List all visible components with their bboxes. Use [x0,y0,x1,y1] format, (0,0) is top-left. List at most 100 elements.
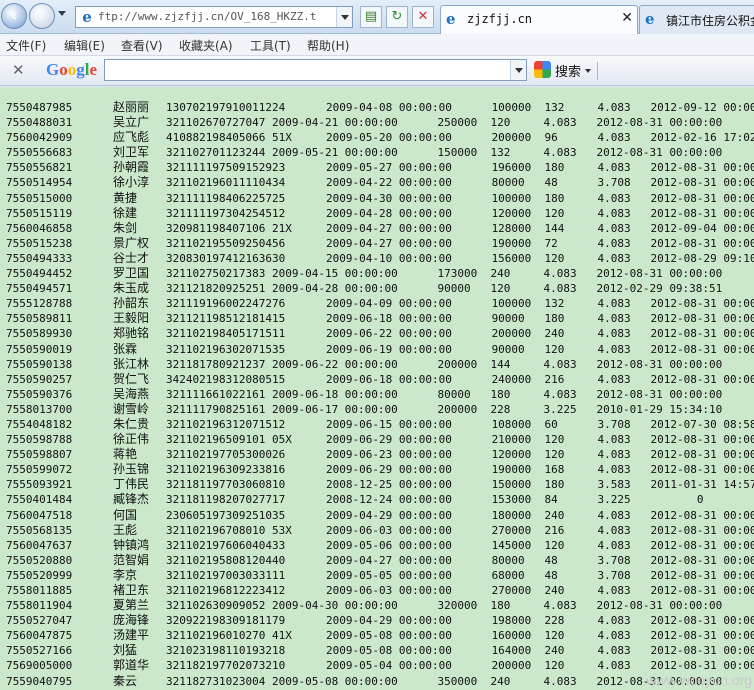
record-row: 7550520880 范智娟 321102195808120440 2009-04-2… [6,553,754,568]
id-number: 321102670727047 2009-04-21 00:00:00 2500… [166,116,723,130]
loan-details: 2008-12-25 00:00:00 150000 180 3.583 201… [326,478,754,492]
person-name: 李京 [113,567,138,582]
forward-button[interactable]: › [29,3,55,29]
person-name: 吴海燕 [113,386,150,401]
back-button[interactable]: ‹ [1,3,27,29]
record-row: 7559040795 秦云 321182731023004 2009-05-08 0… [6,674,754,689]
record-row: 7550568135 王彪 321102196708010 53X 2009-06-0… [6,523,754,538]
account-number: 7550494452 [6,267,73,281]
person-name: 朱剑 [113,220,138,235]
loan-details: 2009-06-18 00:00:00 90000 180 4.083 2012… [326,312,754,326]
search-options-dropdown-icon[interactable] [585,69,591,73]
menu-bar: 文件(F) 编辑(E) 查看(V) 收藏夹(A) 工具(T) 帮助(H) [0,34,754,56]
account-number: 7555128788 [6,297,73,311]
tab-title: 镇江市住房公积金 [666,14,754,28]
account-number: 7550520880 [6,553,73,567]
id-number: 321111197509152923 [166,161,286,175]
id-number: 410882198405066 51X [166,131,292,145]
loan-details: 2009-04-09 00:00:00 100000 132 4.083 201… [326,297,754,311]
account-number: 7560046858 [6,221,73,235]
refresh-button[interactable]: ↻ [386,6,408,28]
loan-details: 2009-06-29 00:00:00 210000 120 4.083 201… [326,433,754,447]
menu-view[interactable]: 查看(V) [121,37,163,54]
loan-details: 2009-05-27 00:00:00 196000 180 4.083 201… [326,161,754,175]
address-url[interactable]: ftp://www.zjzfjj.cn/OV_168_HKZZ.t [98,10,336,23]
loan-details: 2009-04-29 00:00:00 180000 240 4.083 201… [326,508,754,522]
loan-details: 2009-05-06 00:00:00 145000 120 4.083 201… [326,538,754,552]
menu-file[interactable]: 文件(F) [6,37,46,54]
record-row: 7550515000 黄捷 321111198406225725 2009-04-30… [6,191,754,206]
ie-tab-icon: e [446,10,456,28]
person-name: 郭道华 [113,658,150,673]
record-row: 7560047637 钟镇鸿 321102197606040433 2009-05-0… [6,538,754,553]
account-number: 7560042909 [6,131,73,145]
account-number: 7550527166 [6,644,73,658]
menu-edit[interactable]: 编辑(E) [64,37,105,54]
person-name: 徐正伟 [113,432,150,447]
record-list: 7550487985 赵丽丽 130702197910011224 2009-04-0… [6,100,754,689]
loan-details: 2009-06-15 00:00:00 108000 60 3.708 2012… [326,417,754,431]
account-number: 7550556821 [6,161,73,175]
record-row: 7550599072 孙玉锦 321102196309233816 2009-06-2… [6,462,754,477]
record-row: 7550590376 吴海燕 321111661022161 2009-06-18 … [6,387,754,402]
id-number: 321102198405171511 [166,327,286,341]
tab-close-icon[interactable]: ✕ [621,10,633,26]
record-row: 7550520999 李京 321102197003033111 2009-05-05… [6,568,754,583]
account-number: 7550568135 [6,523,73,537]
address-dropdown-icon[interactable] [336,7,352,27]
id-number: 321102195808120440 [166,553,286,567]
menu-tools[interactable]: 工具(T) [250,37,291,54]
id-number: 321119196002247276 [166,297,286,311]
id-number: 321102195509250456 [166,236,286,250]
address-bar[interactable]: e ftp://www.zjzfjj.cn/OV_168_HKZZ.t [75,6,353,28]
account-number: 7555093921 [6,478,73,492]
id-number: 321102196509101 05X [166,433,292,447]
search-history-dropdown-icon[interactable] [510,60,526,80]
stop-button[interactable]: ✕ [412,6,434,28]
id-number: 321121198512181415 [166,312,286,326]
record-row: 7550556683 刘卫军 321102701123244 2009-05-21 … [6,145,754,160]
google-search-button[interactable]: 搜索 [555,61,581,80]
account-number: 7550527047 [6,614,73,628]
account-number: 7550487985 [6,101,73,114]
close-toolbar-icon[interactable]: ✕ [12,61,25,79]
person-name: 朱玉成 [113,281,150,296]
id-number: 321102196708010 53X [166,523,292,537]
account-number: 7560047518 [6,508,73,522]
menu-help[interactable]: 帮助(H) [307,37,349,54]
tab-zjzfjj[interactable]: e zjzfjj.cn ✕ [440,5,638,34]
google-search-input[interactable] [104,59,527,81]
record-row: 7558011885 褚卫东 321102196812223412 2009-06-0… [6,583,754,598]
account-number: 7550494333 [6,251,73,265]
id-number: 321102197606040433 [166,538,286,552]
id-number: 230605197309251035 [166,508,286,522]
google-toolbar: ✕ Google 搜索 [0,56,754,86]
tab-zhenjiang-housing-fund[interactable]: e 镇江市住房公积金 [639,5,754,34]
record-row: 7550494571 朱玉成 321121820925251 2009-04-28 … [6,281,754,296]
id-number: 321182731023004 2009-05-08 00:00:00 3500… [166,674,723,688]
loan-details: 2009-04-28 00:00:00 120000 120 4.083 201… [326,206,754,220]
id-number: 321102196812223412 [166,584,286,597]
person-name: 景广权 [113,235,150,250]
id-number: 321102197003033111 [166,568,286,582]
loan-details: 2009-04-29 00:00:00 198000 228 4.083 201… [326,614,754,628]
account-number: 7550590019 [6,342,73,356]
ie-page-icon: e [82,8,92,26]
id-number: 321102196011110434 [166,176,286,190]
person-name: 应飞彪 [113,130,150,145]
loan-details: 2009-05-20 00:00:00 200000 96 4.083 2012… [326,131,754,145]
recent-pages-dropdown[interactable] [58,11,66,16]
person-name: 丁伟民 [113,477,150,492]
compatibility-view-button[interactable]: ▤ [360,6,382,28]
record-row: 7550556821 孙朝霞 321111197509152923 2009-05-2… [6,160,754,175]
record-row: 7555128788 孙韶东 321119196002247276 2009-04-0… [6,296,754,311]
record-row: 7560046858 朱剑 320981198407106 21X 2009-04-2… [6,221,754,236]
loan-details: 2009-04-08 00:00:00 100000 132 4.083 201… [326,101,754,114]
menu-favorites[interactable]: 收藏夹(A) [179,37,233,54]
account-number: 7558011885 [6,584,73,597]
person-name: 刘猛 [113,643,138,658]
record-row: 7560047875 汤建平 321102196010270 41X 2009-05-… [6,628,754,643]
toolbar-divider [597,62,598,80]
person-name: 庞海锋 [113,613,150,628]
id-number: 321102197705300026 [166,448,286,462]
